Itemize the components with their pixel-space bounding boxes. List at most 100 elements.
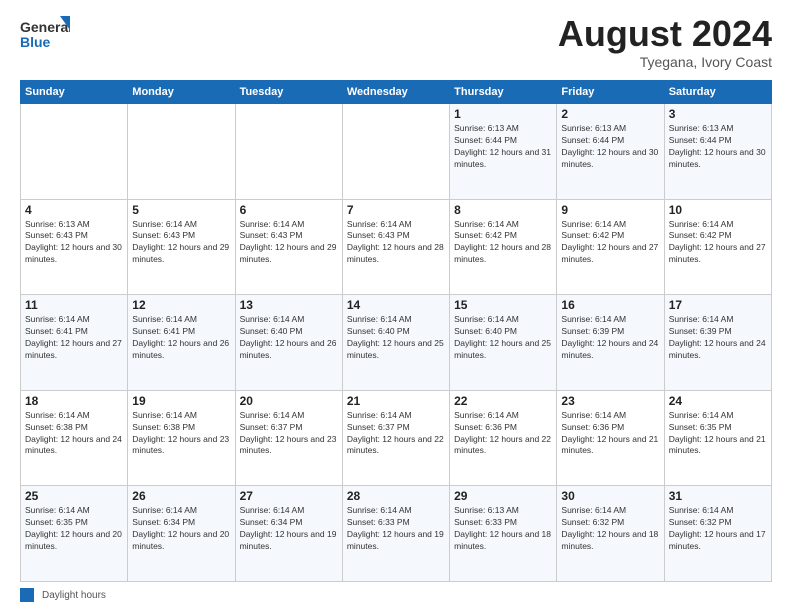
logo: GeneralBlue xyxy=(20,16,70,52)
calendar-cell: 17 Sunrise: 6:14 AM Sunset: 6:39 PM Dayli… xyxy=(664,295,771,391)
calendar-cell: 11 Sunrise: 6:14 AM Sunset: 6:41 PM Dayli… xyxy=(21,295,128,391)
day-info: Sunrise: 6:13 AM Sunset: 6:44 PM Dayligh… xyxy=(454,123,552,171)
day-info: Sunrise: 6:14 AM Sunset: 6:34 PM Dayligh… xyxy=(132,505,230,553)
day-number: 15 xyxy=(454,298,552,312)
day-info: Sunrise: 6:14 AM Sunset: 6:33 PM Dayligh… xyxy=(347,505,445,553)
day-info: Sunrise: 6:14 AM Sunset: 6:42 PM Dayligh… xyxy=(669,219,767,267)
day-number: 14 xyxy=(347,298,445,312)
calendar-cell: 30 Sunrise: 6:14 AM Sunset: 6:32 PM Dayli… xyxy=(557,486,664,582)
day-info: Sunrise: 6:14 AM Sunset: 6:39 PM Dayligh… xyxy=(561,314,659,362)
calendar-cell xyxy=(235,104,342,200)
day-info: Sunrise: 6:14 AM Sunset: 6:42 PM Dayligh… xyxy=(454,219,552,267)
calendar-cell: 1 Sunrise: 6:13 AM Sunset: 6:44 PM Daylig… xyxy=(450,104,557,200)
day-number: 9 xyxy=(561,203,659,217)
col-header-tuesday: Tuesday xyxy=(235,81,342,104)
title-block: August 2024 Tyegana, Ivory Coast xyxy=(558,16,772,70)
col-header-monday: Monday xyxy=(128,81,235,104)
day-number: 31 xyxy=(669,489,767,503)
calendar-cell: 14Sunrise: 6:14 AM Sunset: 6:40 PM Dayli… xyxy=(342,295,449,391)
calendar-cell: 24Sunrise: 6:14 AM Sunset: 6:35 PM Dayli… xyxy=(664,390,771,486)
calendar-cell: 15 Sunrise: 6:14 AM Sunset: 6:40 PM Dayli… xyxy=(450,295,557,391)
calendar-cell: 16Sunrise: 6:14 AM Sunset: 6:39 PM Dayli… xyxy=(557,295,664,391)
day-number: 13 xyxy=(240,298,338,312)
calendar-cell xyxy=(21,104,128,200)
col-header-sunday: Sunday xyxy=(21,81,128,104)
day-number: 20 xyxy=(240,394,338,408)
day-info: Sunrise: 6:13 AM Sunset: 6:33 PM Dayligh… xyxy=(454,505,552,553)
calendar-cell: 8Sunrise: 6:14 AM Sunset: 6:42 PM Daylig… xyxy=(450,199,557,295)
day-info: Sunrise: 6:13 AM Sunset: 6:43 PM Dayligh… xyxy=(25,219,123,267)
calendar-cell: 5Sunrise: 6:14 AM Sunset: 6:43 PM Daylig… xyxy=(128,199,235,295)
day-info: Sunrise: 6:14 AM Sunset: 6:32 PM Dayligh… xyxy=(561,505,659,553)
day-number: 3 xyxy=(669,107,767,121)
day-number: 10 xyxy=(669,203,767,217)
day-number: 2 xyxy=(561,107,659,121)
day-info: Sunrise: 6:14 AM Sunset: 6:43 PM Dayligh… xyxy=(240,219,338,267)
day-info: Sunrise: 6:13 AM Sunset: 6:44 PM Dayligh… xyxy=(561,123,659,171)
day-info: Sunrise: 6:14 AM Sunset: 6:35 PM Dayligh… xyxy=(669,410,767,458)
title-location: Tyegana, Ivory Coast xyxy=(558,54,772,70)
day-info: Sunrise: 6:14 AM Sunset: 6:39 PM Dayligh… xyxy=(669,314,767,362)
day-number: 6 xyxy=(240,203,338,217)
day-info: Sunrise: 6:14 AM Sunset: 6:37 PM Dayligh… xyxy=(240,410,338,458)
day-info: Sunrise: 6:14 AM Sunset: 6:40 PM Dayligh… xyxy=(454,314,552,362)
calendar-cell: 3 Sunrise: 6:13 AM Sunset: 6:44 PM Daylig… xyxy=(664,104,771,200)
calendar-cell: 22 Sunrise: 6:14 AM Sunset: 6:36 PM Dayli… xyxy=(450,390,557,486)
week-row-4: 18 Sunrise: 6:14 AM Sunset: 6:38 PM Dayli… xyxy=(21,390,772,486)
day-number: 5 xyxy=(132,203,230,217)
day-info: Sunrise: 6:14 AM Sunset: 6:37 PM Dayligh… xyxy=(347,410,445,458)
day-number: 27 xyxy=(240,489,338,503)
svg-text:Blue: Blue xyxy=(20,34,51,50)
calendar-cell: 18 Sunrise: 6:14 AM Sunset: 6:38 PM Dayli… xyxy=(21,390,128,486)
day-info: Sunrise: 6:14 AM Sunset: 6:41 PM Dayligh… xyxy=(132,314,230,362)
calendar-cell xyxy=(128,104,235,200)
day-info: Sunrise: 6:14 AM Sunset: 6:35 PM Dayligh… xyxy=(25,505,123,553)
day-number: 23 xyxy=(561,394,659,408)
logo-svg: GeneralBlue xyxy=(20,16,70,52)
week-row-3: 11 Sunrise: 6:14 AM Sunset: 6:41 PM Dayli… xyxy=(21,295,772,391)
calendar-cell: 28 Sunrise: 6:14 AM Sunset: 6:33 PM Dayli… xyxy=(342,486,449,582)
week-row-2: 4Sunrise: 6:13 AM Sunset: 6:43 PM Daylig… xyxy=(21,199,772,295)
calendar-cell: 27 Sunrise: 6:14 AM Sunset: 6:34 PM Dayli… xyxy=(235,486,342,582)
calendar-cell: 4Sunrise: 6:13 AM Sunset: 6:43 PM Daylig… xyxy=(21,199,128,295)
header: GeneralBlue August 2024 Tyegana, Ivory C… xyxy=(20,16,772,70)
calendar-cell: 12Sunrise: 6:14 AM Sunset: 6:41 PM Dayli… xyxy=(128,295,235,391)
calendar-header-row: SundayMondayTuesdayWednesdayThursdayFrid… xyxy=(21,81,772,104)
calendar-cell: 20 Sunrise: 6:14 AM Sunset: 6:37 PM Dayli… xyxy=(235,390,342,486)
col-header-thursday: Thursday xyxy=(450,81,557,104)
calendar-cell: 2 Sunrise: 6:13 AM Sunset: 6:44 PM Daylig… xyxy=(557,104,664,200)
day-info: Sunrise: 6:14 AM Sunset: 6:38 PM Dayligh… xyxy=(132,410,230,458)
col-header-saturday: Saturday xyxy=(664,81,771,104)
calendar-cell: 19Sunrise: 6:14 AM Sunset: 6:38 PM Dayli… xyxy=(128,390,235,486)
col-header-wednesday: Wednesday xyxy=(342,81,449,104)
calendar-cell: 31 Sunrise: 6:14 AM Sunset: 6:32 PM Dayli… xyxy=(664,486,771,582)
day-number: 1 xyxy=(454,107,552,121)
calendar-cell: 26 Sunrise: 6:14 AM Sunset: 6:34 PM Dayli… xyxy=(128,486,235,582)
calendar-cell: 23Sunrise: 6:14 AM Sunset: 6:36 PM Dayli… xyxy=(557,390,664,486)
day-info: Sunrise: 6:14 AM Sunset: 6:38 PM Dayligh… xyxy=(25,410,123,458)
day-info: Sunrise: 6:13 AM Sunset: 6:44 PM Dayligh… xyxy=(669,123,767,171)
calendar-table: SundayMondayTuesdayWednesdayThursdayFrid… xyxy=(20,80,772,582)
day-number: 21 xyxy=(347,394,445,408)
day-info: Sunrise: 6:14 AM Sunset: 6:36 PM Dayligh… xyxy=(454,410,552,458)
day-number: 30 xyxy=(561,489,659,503)
day-number: 29 xyxy=(454,489,552,503)
day-number: 25 xyxy=(25,489,123,503)
day-info: Sunrise: 6:14 AM Sunset: 6:42 PM Dayligh… xyxy=(561,219,659,267)
page: GeneralBlue August 2024 Tyegana, Ivory C… xyxy=(0,0,792,612)
day-number: 18 xyxy=(25,394,123,408)
day-number: 7 xyxy=(347,203,445,217)
calendar-cell: 10 Sunrise: 6:14 AM Sunset: 6:42 PM Dayli… xyxy=(664,199,771,295)
day-number: 22 xyxy=(454,394,552,408)
day-info: Sunrise: 6:14 AM Sunset: 6:41 PM Dayligh… xyxy=(25,314,123,362)
day-number: 26 xyxy=(132,489,230,503)
day-info: Sunrise: 6:14 AM Sunset: 6:32 PM Dayligh… xyxy=(669,505,767,553)
day-info: Sunrise: 6:14 AM Sunset: 6:43 PM Dayligh… xyxy=(347,219,445,267)
day-info: Sunrise: 6:14 AM Sunset: 6:34 PM Dayligh… xyxy=(240,505,338,553)
day-number: 28 xyxy=(347,489,445,503)
footer-label: Daylight hours xyxy=(42,590,106,601)
calendar-cell: 6 Sunrise: 6:14 AM Sunset: 6:43 PM Daylig… xyxy=(235,199,342,295)
day-number: 11 xyxy=(25,298,123,312)
day-number: 17 xyxy=(669,298,767,312)
calendar-cell: 13Sunrise: 6:14 AM Sunset: 6:40 PM Dayli… xyxy=(235,295,342,391)
